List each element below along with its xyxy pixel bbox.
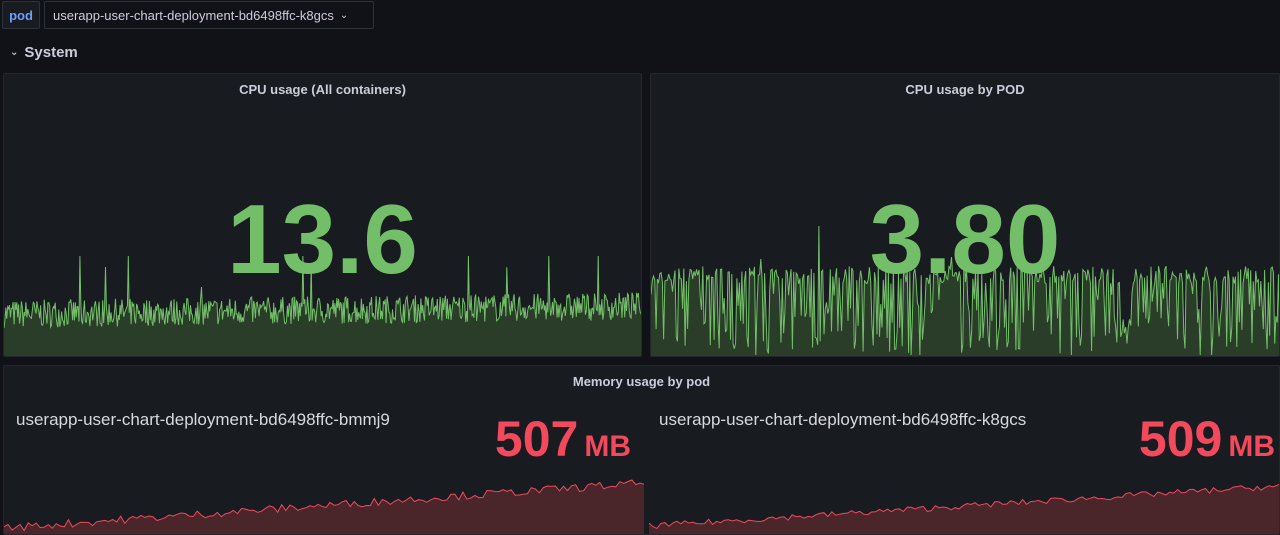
memory-value-unit: MB — [584, 430, 631, 463]
panel-cpu-pod[interactable]: CPU usage by POD 3.80 — [650, 73, 1280, 357]
panel-memory[interactable]: Memory usage by pod userapp-user-chart-d… — [3, 365, 1280, 535]
memory-pod-value-1: 507 MB — [495, 414, 631, 464]
chevron-down-icon: ⌄ — [339, 9, 349, 21]
memory-pod-1-sparkline — [4, 479, 644, 534]
memory-pod-name-2: userapp-user-chart-deployment-bd6498ffc-… — [659, 410, 1027, 429]
pod-variable-label: pod — [2, 1, 40, 29]
variables-bar: pod userapp-user-chart-deployment-bd6498… — [0, 0, 1280, 32]
pod-variable-value: userapp-user-chart-deployment-bd6498ffc-… — [53, 7, 334, 23]
panel-memory-title[interactable]: Memory usage by pod — [4, 374, 1279, 389]
memory-value-number: 509 — [1138, 411, 1223, 467]
memory-pod-2-sparkline — [649, 483, 1279, 534]
memory-pod-value-2: 509 MB — [1139, 414, 1275, 464]
pod-variable-select[interactable]: userapp-user-chart-deployment-bd6498ffc-… — [44, 1, 374, 29]
panel-cpu-pod-title[interactable]: CPU usage by POD — [651, 82, 1279, 97]
panel-cpu-all[interactable]: CPU usage (All containers) 13.6 — [3, 73, 642, 357]
panel-cpu-all-title[interactable]: CPU usage (All containers) — [4, 82, 641, 97]
memory-value-unit: MB — [1228, 430, 1275, 463]
memory-value-number: 507 — [494, 411, 579, 467]
cpu-all-value: 13.6 — [227, 184, 418, 294]
cpu-pod-value: 3.80 — [869, 184, 1061, 294]
memory-pod-name-1: userapp-user-chart-deployment-bd6498ffc-… — [16, 410, 390, 429]
sparkline-area — [649, 484, 1279, 534]
row-system-title: System — [24, 43, 78, 61]
chevron-down-icon: ⌄ — [10, 46, 19, 58]
row-system-toggle[interactable]: ⌄ System — [10, 42, 78, 62]
